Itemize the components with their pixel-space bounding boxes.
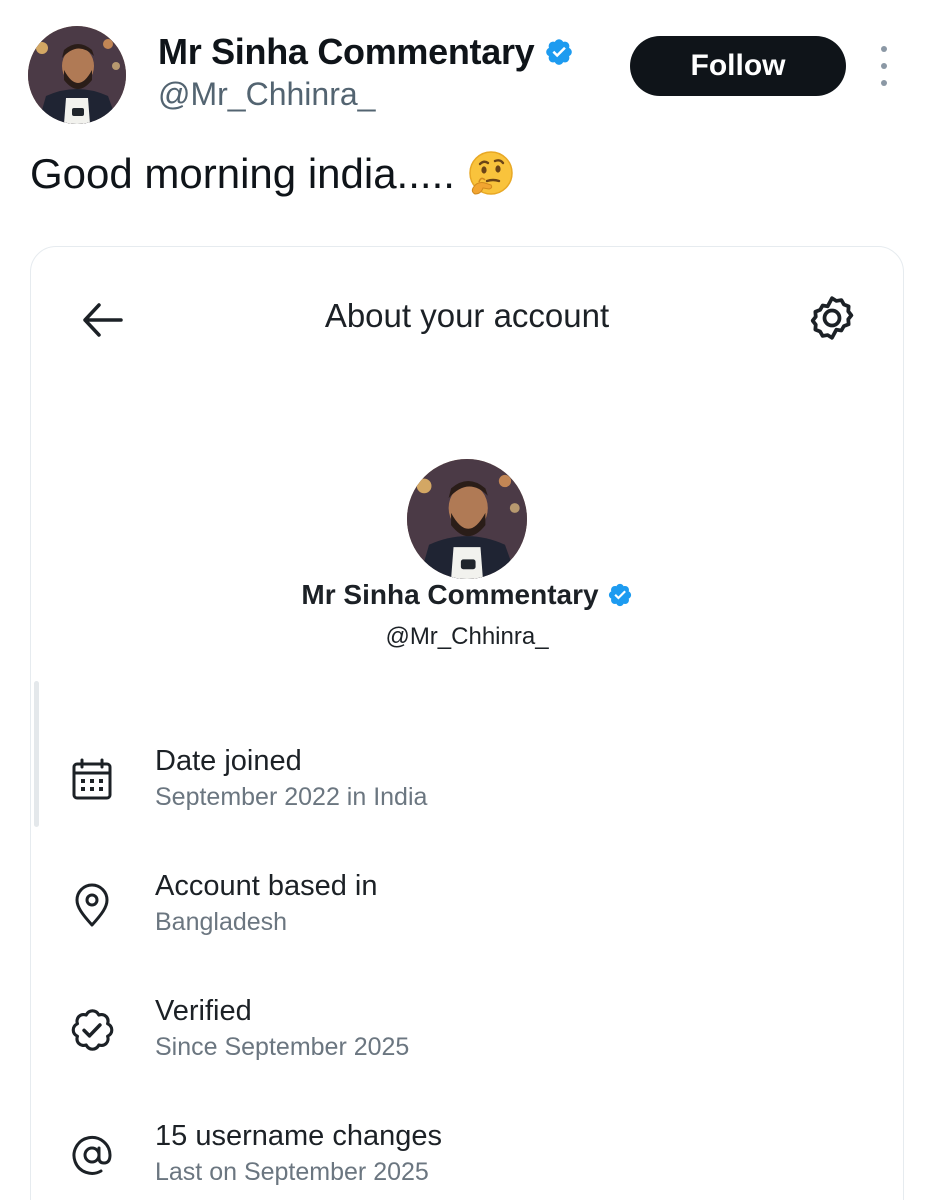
author-display-name[interactable]: Mr Sinha Commentary (158, 31, 535, 73)
info-subtitle: Since September 2025 (155, 1033, 410, 1061)
list-item-verified: Verified Since September 2025 (31, 993, 903, 1083)
tweet-text-row: Good morning india..... (30, 148, 517, 200)
profile-avatar (407, 459, 527, 579)
more-dot (881, 80, 887, 86)
tweet-page: Mr Sinha Commentary @Mr_Chhinra_ Follow … (0, 0, 933, 1200)
info-subtitle: Last on September 2025 (155, 1158, 429, 1186)
info-subtitle: September 2022 in India (155, 783, 428, 811)
verified-badge-icon[interactable] (544, 37, 574, 67)
more-options-icon[interactable] (872, 46, 896, 86)
verified-check-icon (71, 1009, 114, 1051)
author-handle[interactable]: @Mr_Chhinra_ (158, 76, 574, 113)
info-title: 15 username changes (155, 1120, 442, 1152)
profile-handle: @Mr_Chhinra_ (385, 623, 549, 650)
info-title: Verified (155, 995, 252, 1027)
info-subtitle: Bangladesh (155, 908, 288, 936)
list-item-date-joined: Date joined September 2022 in India (31, 743, 903, 833)
tweet-author-avatar[interactable] (28, 26, 126, 124)
profile-name-row: Mr Sinha Commentary (31, 579, 903, 611)
tweet-text: Good morning india..... (30, 150, 455, 197)
verified-badge-icon (608, 583, 631, 607)
tweet-author-info[interactable]: Mr Sinha Commentary @Mr_Chhinra_ (158, 30, 574, 113)
calendar-icon (72, 758, 112, 800)
info-title: Date joined (155, 745, 302, 777)
location-pin-icon (75, 883, 109, 927)
more-dot (881, 63, 887, 69)
about-account-title: About your account (324, 297, 610, 334)
list-item-account-based-in: Account based in Bangladesh (31, 868, 903, 958)
at-sign-icon (72, 1135, 112, 1175)
more-dot (881, 46, 887, 52)
thinking-face-emoji-icon (469, 151, 513, 195)
gear-icon (810, 296, 854, 340)
follow-button[interactable]: Follow (630, 36, 846, 96)
info-title: Account based in (155, 870, 378, 902)
profile-display-name: Mr Sinha Commentary (301, 579, 599, 610)
list-item-username-changes: 15 username changes Last on September 20… (31, 1118, 903, 1200)
display-name-row: Mr Sinha Commentary (158, 30, 574, 74)
embedded-screenshot-card[interactable]: About your account Mr Sinha Commentary @… (30, 246, 904, 1200)
